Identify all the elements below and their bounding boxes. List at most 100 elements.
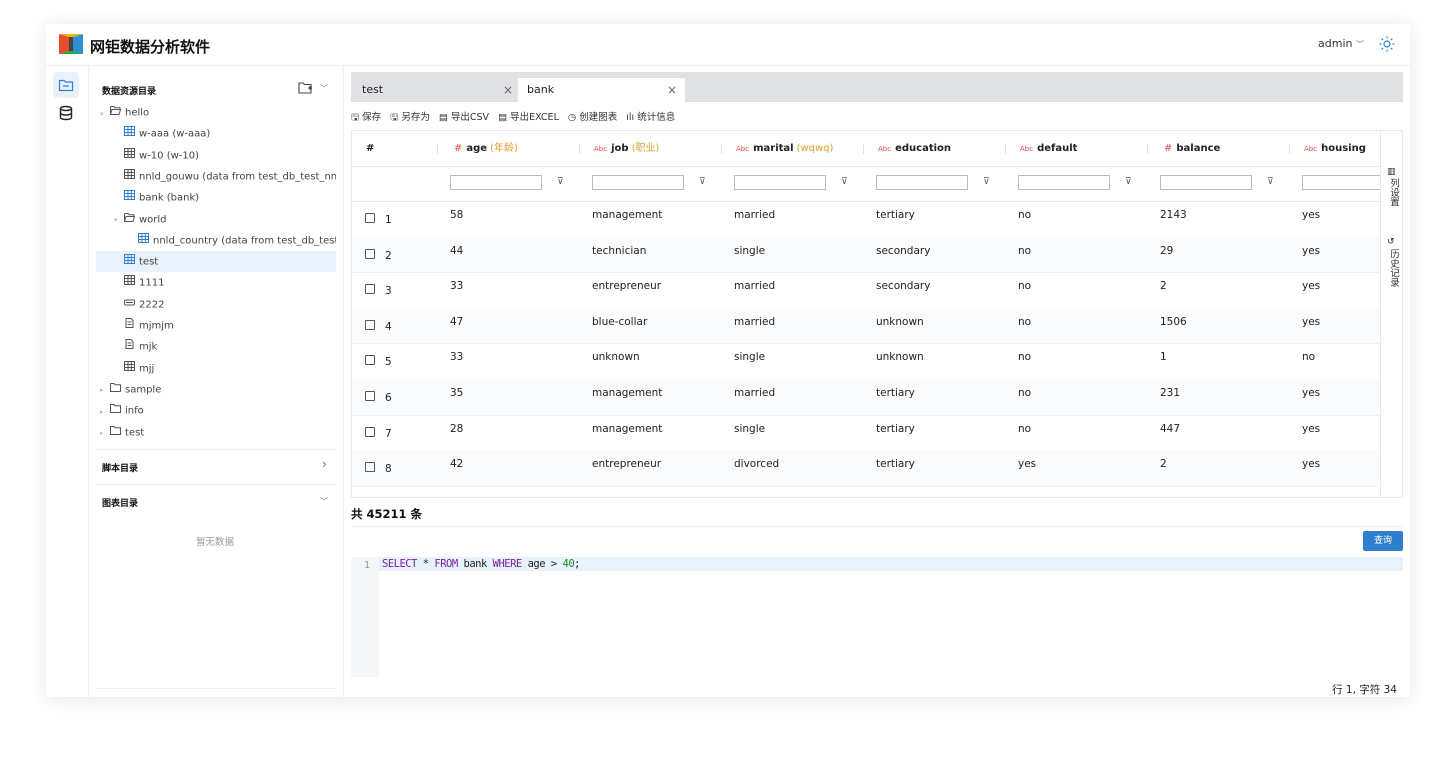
row-checkbox[interactable] <box>365 319 375 330</box>
table-cell: yes <box>1018 458 1037 471</box>
filter-icon[interactable]: ⊽ <box>699 177 706 187</box>
row-checkbox[interactable] <box>365 426 375 437</box>
row-checkbox[interactable] <box>365 391 375 401</box>
sql-editor[interactable]: 1 SELECT * FROM bank WHERE age > 40; <box>351 557 1403 677</box>
tree-item[interactable]: ▸ sample <box>96 379 336 400</box>
column-header-balance[interactable]: # balance <box>1162 131 1220 166</box>
column-header-education[interactable]: Abc education <box>878 131 951 166</box>
theme-toggle-sun-icon[interactable] <box>1379 36 1395 52</box>
folder-open-icon <box>124 209 136 230</box>
tab-test[interactable]: test × <box>353 78 521 102</box>
column-filter-input[interactable] <box>592 175 684 190</box>
column-divider[interactable] <box>863 144 864 154</box>
close-icon[interactable]: × <box>667 78 677 102</box>
column-divider[interactable] <box>437 144 438 154</box>
tree-item[interactable]: mjk <box>96 336 336 357</box>
filter-icon[interactable]: ⊽ <box>841 177 848 187</box>
close-icon[interactable]: × <box>503 78 513 102</box>
column-divider[interactable] <box>1289 144 1290 154</box>
tree-item[interactable]: 2222 <box>96 294 336 315</box>
user-menu[interactable]: admin ﹀ <box>1318 37 1364 50</box>
filter-icon[interactable]: ⊽ <box>983 177 990 187</box>
sql-token: bank <box>457 558 493 570</box>
caret-right-icon[interactable]: ▸ <box>100 423 110 443</box>
tree-item[interactable]: ▸ info <box>96 400 336 421</box>
caret-right-icon[interactable]: ▸ <box>100 380 110 400</box>
row-checkbox[interactable] <box>365 213 375 223</box>
create-chart-button[interactable]: ◷ 创建图表 <box>568 112 617 123</box>
tree-item[interactable]: mjj <box>96 358 336 379</box>
caret-down-icon[interactable]: ▾ <box>100 104 110 124</box>
stats-button[interactable]: ılı 统计信息 <box>626 112 675 123</box>
tree-item[interactable]: w-aaa (w-aaa) <box>96 123 336 144</box>
chart-section-title[interactable]: 图表目录 <box>102 496 138 509</box>
column-filter-input[interactable] <box>1160 175 1252 190</box>
tree-item[interactable]: test <box>96 251 336 273</box>
column-filter-input[interactable] <box>734 175 826 190</box>
table-cell: yes <box>1302 387 1321 399</box>
column-filter-input[interactable] <box>876 175 968 190</box>
tree-item[interactable]: ▾ hello <box>96 102 336 123</box>
column-settings-button[interactable]: 列设置 <box>1386 178 1400 207</box>
row-checkbox[interactable] <box>365 462 375 473</box>
row-checkbox[interactable] <box>365 248 375 259</box>
script-section-title[interactable]: 脚本目录 <box>102 461 138 474</box>
table-cell: unknown <box>592 351 640 364</box>
column-header-housing[interactable]: Abc housing <box>1304 131 1366 166</box>
table-row[interactable]: 4 47 blue-collar married unknown no 1506 yes <box>352 307 1380 345</box>
tree-item[interactable]: mjmjm <box>96 315 336 336</box>
export-excel-button[interactable]: ▤ 导出EXCEL <box>498 112 559 123</box>
table-row[interactable]: 6 35 management married tertiary no 231 yes <box>352 379 1380 416</box>
result-table: # # age (年龄) Abc job (职业) Abc marital (wqwq) Abc e… <box>351 130 1403 498</box>
tree-item-label: info <box>125 405 144 417</box>
filter-icon[interactable]: ⊽ <box>1267 177 1274 187</box>
table-row[interactable]: 5 33 unknown single unknown no 1 no <box>352 343 1380 380</box>
tab-bank[interactable]: bank × <box>518 78 685 102</box>
add-folder-icon[interactable] <box>298 81 314 95</box>
row-checkbox[interactable] <box>365 284 375 295</box>
history-button[interactable]: 历史记录 <box>1386 249 1400 287</box>
database-icon <box>59 105 73 121</box>
query-button[interactable]: 查询 <box>1363 531 1403 551</box>
caret-down-icon[interactable]: ▾ <box>114 210 124 230</box>
tree-item[interactable]: bank (bank) <box>96 187 336 208</box>
column-filter-input[interactable] <box>450 175 542 190</box>
column-header-age[interactable]: # age (年龄) <box>452 131 518 166</box>
table-cell: 28 <box>450 422 464 435</box>
column-divider[interactable] <box>1147 144 1148 154</box>
column-divider[interactable] <box>579 144 580 154</box>
table-row[interactable]: 1 58 management married tertiary no 2143 yes <box>352 201 1380 238</box>
table-row[interactable]: 3 33 entrepreneur married secondary no 2 yes <box>352 272 1380 309</box>
column-header-default[interactable]: Abc default <box>1020 131 1077 166</box>
table-cell: tertiary <box>876 387 915 399</box>
file-manager-button[interactable] <box>53 72 79 98</box>
table-row[interactable]: 8 42 entrepreneur divorced tertiary yes 2 yes <box>352 450 1380 487</box>
sql-code[interactable]: SELECT * FROM bank WHERE age > 40; <box>382 558 580 570</box>
caret-right-icon[interactable]: ▸ <box>100 402 110 422</box>
save-button[interactable]: 🖫 保存 <box>351 112 381 123</box>
column-header-job[interactable]: Abc job (职业) <box>594 131 659 166</box>
tree-item[interactable]: nnld_gouwu (data from test_db_test_nnld_… <box>96 166 336 187</box>
tree-item[interactable]: ▾ world <box>96 209 336 230</box>
table-row[interactable]: 2 44 technician single secondary no 29 yes <box>352 236 1380 274</box>
tree-item-label: 2222 <box>139 299 165 311</box>
tree-item[interactable]: 1111 <box>96 272 336 293</box>
chevron-down-icon[interactable]: ﹀ <box>320 496 328 507</box>
column-divider[interactable] <box>1005 144 1006 154</box>
chevron-right-icon[interactable]: › <box>322 457 327 471</box>
row-checkbox[interactable] <box>365 355 375 366</box>
tree-item[interactable]: ▸ test <box>96 422 336 443</box>
column-divider[interactable] <box>721 144 722 154</box>
filter-icon[interactable]: ⊽ <box>557 177 564 187</box>
save-as-button[interactable]: 🖫 另存为 <box>390 112 430 123</box>
column-header-marital[interactable]: Abc marital (wqwq) <box>736 131 833 166</box>
export-csv-button[interactable]: ▤ 导出CSV <box>439 112 489 123</box>
database-button[interactable] <box>53 100 79 126</box>
tree-item[interactable]: nnld_country (data from test_db_test_nnl… <box>96 230 336 251</box>
chevron-down-icon[interactable]: ﹀ <box>320 83 328 94</box>
column-name: housing <box>1321 143 1366 154</box>
table-row[interactable]: 7 28 management single tertiary no 447 yes <box>352 415 1380 452</box>
filter-icon[interactable]: ⊽ <box>1125 177 1132 187</box>
column-filter-input[interactable] <box>1018 175 1110 190</box>
tree-item[interactable]: w-10 (w-10) <box>96 145 336 166</box>
